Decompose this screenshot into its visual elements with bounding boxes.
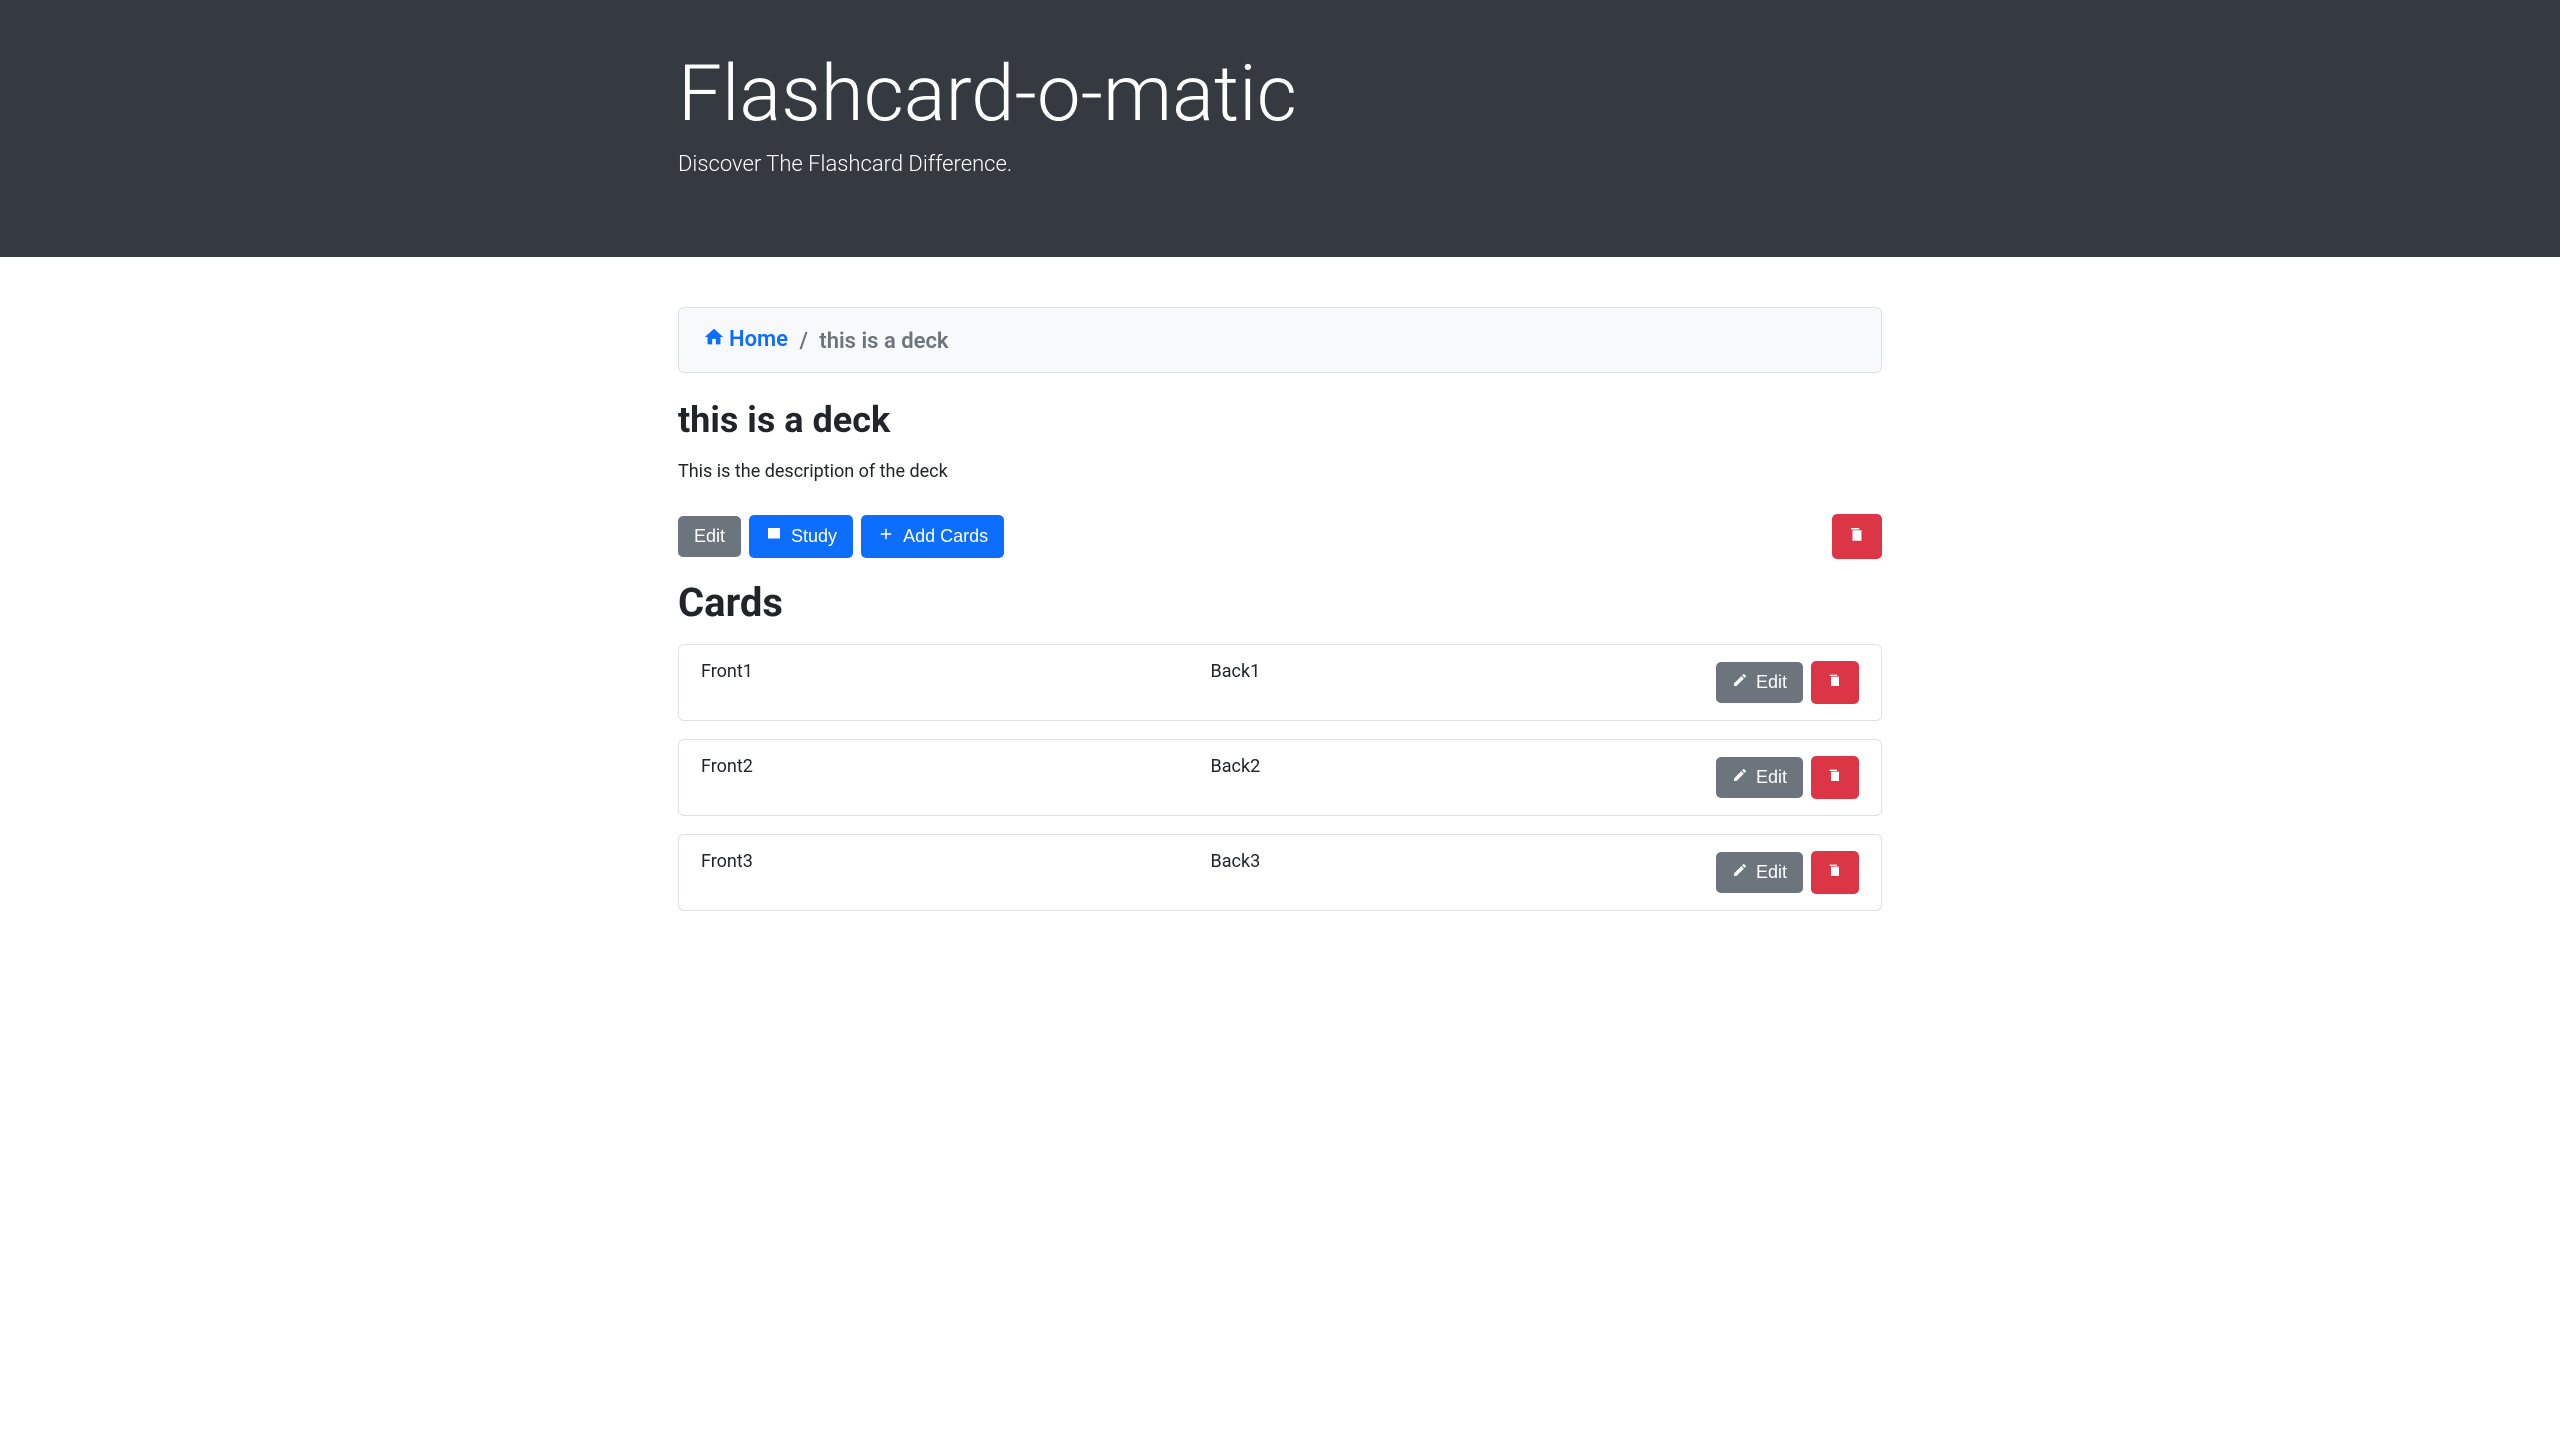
edit-card-button[interactable]: Edit <box>1716 662 1803 703</box>
edit-card-label: Edit <box>1756 672 1787 693</box>
card-actions: Edit <box>1500 851 1859 894</box>
app-subtitle: Discover The Flashcard Difference. <box>678 152 1882 177</box>
pencil-icon <box>1732 767 1748 788</box>
plus-icon <box>877 525 895 548</box>
card-row: Front2Back2 Edit <box>678 739 1882 816</box>
card-row: Front1Back1 Edit <box>678 644 1882 721</box>
home-icon <box>703 326 725 354</box>
study-label: Study <box>791 526 837 547</box>
study-button[interactable]: Study <box>749 515 853 558</box>
cards-list: Front1Back1 EditFront2Back2 EditFront3Ba… <box>678 644 1882 911</box>
edit-card-label: Edit <box>1756 767 1787 788</box>
card-back: Back2 <box>1211 756 1501 777</box>
delete-card-button[interactable] <box>1811 851 1859 894</box>
app-header: Flashcard-o-matic Discover The Flashcard… <box>0 0 2560 257</box>
edit-card-label: Edit <box>1756 862 1787 883</box>
trash-icon <box>1827 861 1843 884</box>
edit-deck-button[interactable]: Edit <box>678 516 741 557</box>
card-row: Front3Back3 Edit <box>678 834 1882 911</box>
book-icon <box>765 525 783 548</box>
breadcrumb-home-link[interactable]: Home <box>703 326 788 354</box>
trash-icon <box>1848 524 1866 549</box>
breadcrumb-current: this is a deck <box>819 329 948 354</box>
add-cards-button[interactable]: Add Cards <box>861 515 1004 558</box>
breadcrumb: Home / this is a deck <box>678 307 1882 373</box>
card-back: Back3 <box>1211 851 1501 872</box>
breadcrumb-separator: / <box>799 329 807 354</box>
card-back: Back1 <box>1211 661 1501 682</box>
delete-deck-button[interactable] <box>1832 514 1882 559</box>
pencil-icon <box>1732 862 1748 883</box>
delete-card-button[interactable] <box>1811 661 1859 704</box>
add-cards-label: Add Cards <box>903 526 988 547</box>
card-front: Front2 <box>701 756 1211 777</box>
edit-card-button[interactable]: Edit <box>1716 757 1803 798</box>
card-actions: Edit <box>1500 661 1859 704</box>
cards-section-title: Cards <box>678 579 1882 626</box>
breadcrumb-home-label: Home <box>729 327 788 352</box>
deck-actions: Edit Study Add Cards <box>678 514 1882 559</box>
card-front: Front1 <box>701 661 1211 682</box>
deck-title: this is a deck <box>678 399 1882 441</box>
deck-description: This is the description of the deck <box>678 461 1882 482</box>
delete-card-button[interactable] <box>1811 756 1859 799</box>
card-actions: Edit <box>1500 756 1859 799</box>
pencil-icon <box>1732 672 1748 693</box>
trash-icon <box>1827 671 1843 694</box>
edit-card-button[interactable]: Edit <box>1716 852 1803 893</box>
edit-deck-label: Edit <box>694 526 725 547</box>
card-front: Front3 <box>701 851 1211 872</box>
app-title: Flashcard-o-matic <box>678 48 1882 142</box>
trash-icon <box>1827 766 1843 789</box>
